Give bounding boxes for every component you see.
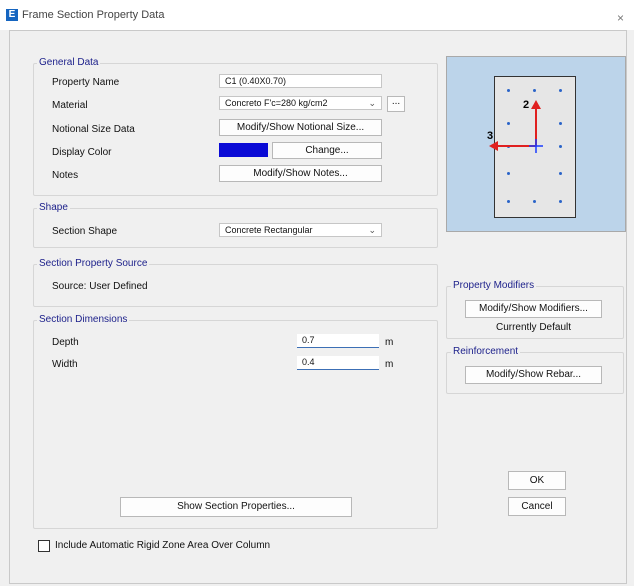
modify-notes-button[interactable]: Modify/Show Notes...	[219, 165, 382, 182]
modify-modifiers-button[interactable]: Modify/Show Modifiers...	[465, 300, 602, 318]
axis-2-label: 2	[523, 99, 530, 111]
axis-3-label: 3	[487, 130, 494, 142]
width-unit: m	[385, 359, 394, 370]
chevron-down-icon: ⌄	[368, 225, 376, 235]
local-axes-icon	[489, 100, 543, 153]
modify-rebar-button[interactable]: Modify/Show Rebar...	[465, 366, 602, 384]
material-label: Material	[52, 100, 88, 111]
notes-label: Notes	[52, 170, 79, 181]
rigid-zone-checkbox[interactable]	[38, 540, 50, 552]
display-color-swatch	[219, 143, 268, 157]
depth-label: Depth	[52, 337, 79, 348]
reinforcement-legend: Reinforcement	[451, 346, 521, 357]
chevron-down-icon: ⌄	[368, 98, 376, 108]
section-shape-value: Concrete Rectangular	[225, 225, 313, 235]
property-name-label: Property Name	[52, 77, 120, 88]
ok-button[interactable]: OK	[508, 471, 566, 490]
width-label: Width	[52, 359, 78, 370]
section-shape-label: Section Shape	[52, 226, 118, 237]
general-data-legend: General Data	[37, 57, 101, 68]
modify-notional-size-button[interactable]: Modify/Show Notional Size...	[219, 119, 382, 136]
rigid-zone-label: Include Automatic Rigid Zone Area Over C…	[55, 540, 271, 551]
property-source-legend: Section Property Source	[37, 258, 150, 269]
property-name-input[interactable]: C1 (0.40X0.70)	[219, 74, 382, 88]
section-preview: 2 3	[446, 56, 626, 232]
etabs-app-icon: E	[6, 9, 18, 21]
width-input[interactable]: 0.4	[297, 356, 379, 370]
material-select[interactable]: Concreto F'c=280 kg/cm2 ⌄	[219, 96, 382, 110]
change-color-button[interactable]: Change...	[272, 142, 382, 159]
depth-input[interactable]: 0.7	[297, 334, 379, 348]
property-modifiers-legend: Property Modifiers	[451, 280, 537, 291]
material-browse-button[interactable]: ...	[387, 96, 405, 112]
notional-size-label: Notional Size Data	[52, 124, 135, 135]
depth-unit: m	[385, 337, 394, 348]
shape-legend: Shape	[37, 202, 70, 213]
section-dimensions-legend: Section Dimensions	[37, 314, 130, 325]
modifiers-status: Currently Default	[495, 322, 572, 333]
source-text: Source: User Defined	[52, 281, 148, 292]
cancel-button[interactable]: Cancel	[508, 497, 566, 516]
show-section-properties-button[interactable]: Show Section Properties...	[120, 497, 352, 517]
close-icon[interactable]: ×	[617, 11, 624, 25]
material-value: Concreto F'c=280 kg/cm2	[225, 98, 328, 108]
window-title: Frame Section Property Data	[22, 9, 165, 21]
section-shape-select[interactable]: Concrete Rectangular ⌄	[219, 223, 382, 237]
display-color-label: Display Color	[52, 147, 112, 158]
